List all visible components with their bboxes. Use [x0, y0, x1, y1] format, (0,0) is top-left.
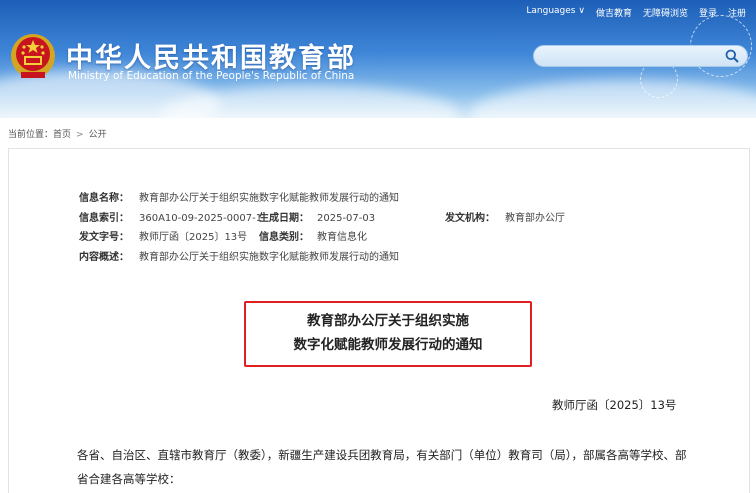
meta-docno-label: 发文字号： — [79, 232, 129, 243]
article-panel: 信息名称： 教育部办公厅关于组织实施数字化赋能教师发展行动的通知 信息索引： 3… — [8, 148, 750, 493]
meta-name-value: 教育部办公厅关于组织实施数字化赋能教师发展行动的通知 — [139, 193, 399, 204]
document-title-highlight: 教育部办公厅关于组织实施 数字化赋能教师发展行动的通知 — [244, 301, 532, 367]
meta-index-value: 360A10-09-2025-0007-1 — [139, 212, 263, 224]
site-header: 中华人民共和国教育部 Ministry of Education of the … — [0, 0, 756, 118]
meta-org-value: 教育部办公厅 — [505, 212, 565, 224]
site-subtitle: Ministry of Education of the People's Re… — [68, 70, 355, 82]
cloud-decoration — [470, 80, 756, 118]
languages-link[interactable]: Languages ∨ — [526, 6, 585, 19]
seasonal-link[interactable]: 做吉教育 — [596, 6, 632, 19]
accessibility-link[interactable]: 无障碍浏览 — [643, 6, 688, 19]
breadcrumb: 当前位置：首页 > 公开 — [8, 127, 107, 140]
meta-index-label: 信息索引： — [79, 212, 129, 224]
search-input[interactable] — [544, 48, 728, 65]
national-emblem-icon[interactable] — [9, 32, 57, 82]
search-icon[interactable] — [725, 49, 739, 63]
info-meta-table: 信息名称： 教育部办公厅关于组织实施数字化赋能教师发展行动的通知 信息索引： 3… — [79, 189, 699, 267]
meta-org-label: 发文机构： — [445, 212, 495, 224]
document-body: 各省、自治区、直辖市教育厅（教委），新疆生产建设兵团教育局，有关部门（单位）教育… — [77, 448, 687, 486]
meta-docno-value: 教师厅函〔2025〕13号 — [139, 232, 248, 243]
breadcrumb-public[interactable]: 公开 — [89, 130, 107, 140]
meta-name-label: 信息名称： — [79, 193, 129, 204]
meta-summary-value: 教育部办公厅关于组织实施数字化赋能教师发展行动的通知 — [139, 251, 399, 263]
top-links: Languages ∨ 做吉教育 无障碍浏览 登录 注册 — [526, 6, 746, 19]
breadcrumb-home[interactable]: 首页 — [53, 130, 71, 140]
login-link[interactable]: 登录 — [699, 6, 717, 19]
register-link[interactable]: 注册 — [728, 6, 746, 19]
document-title-line1: 教育部办公厅关于组织实施 — [307, 313, 469, 329]
document-title-line2: 数字化赋能教师发展行动的通知 — [293, 337, 483, 353]
breadcrumb-separator: > — [76, 130, 84, 140]
meta-category-label: 信息类别： — [259, 232, 309, 243]
breadcrumb-prefix: 当前位置： — [8, 130, 54, 140]
meta-summary-label: 内容概述： — [79, 251, 129, 263]
meta-category-value: 教育信息化 — [317, 232, 367, 243]
meta-date-value: 2025-07-03 — [317, 212, 376, 224]
document-number: 教师厅函〔2025〕13号 — [552, 398, 677, 412]
meta-date-label: 生成日期： — [259, 212, 309, 224]
search-box — [533, 45, 748, 67]
